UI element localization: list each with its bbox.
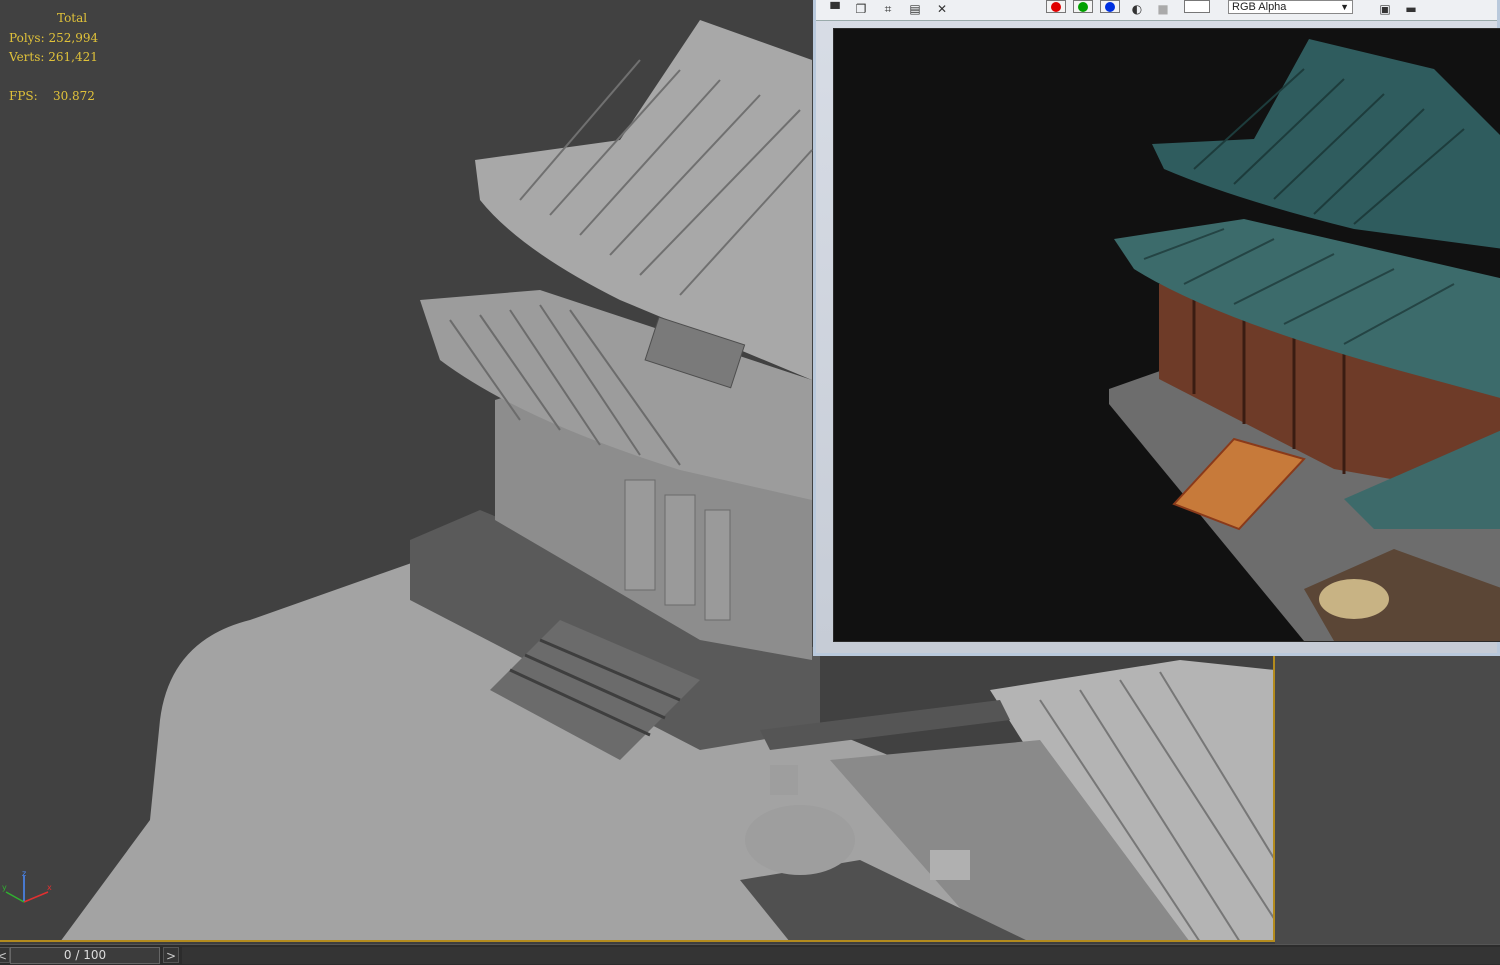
copy-icon[interactable]: ❐ [852, 2, 870, 16]
verts-value: 261,421 [48, 50, 98, 64]
blue-dot-icon [1105, 2, 1115, 12]
green-dot-icon [1078, 2, 1088, 12]
time-slider-bar: < 0 / 100 > [0, 944, 1500, 965]
render-rock [1319, 579, 1389, 619]
time-slider[interactable]: 0 / 100 [10, 947, 160, 964]
stats-total-label: Total [57, 11, 88, 25]
fps-label: FPS: [9, 89, 38, 103]
axis-z-label: z [22, 869, 26, 878]
polys-label: Polys: [9, 30, 45, 45]
fps-value: 30.872 [52, 89, 95, 103]
previous-frame-button[interactable]: < [0, 947, 10, 963]
frame-toolbar: ▀ ❐ ⌗ ▤ ✕ ◐ ■ RGB Alpha ▼ ▣ ▬ [816, 0, 1497, 21]
color-swatch[interactable] [1184, 0, 1210, 13]
next-frame-button[interactable]: > [163, 947, 179, 963]
save-icon[interactable]: ▀ [826, 2, 844, 16]
polys-value: 252,994 [48, 30, 99, 45]
verts-label: Verts: [9, 50, 45, 64]
red-channel-toggle[interactable] [1046, 0, 1066, 13]
display-toggle-icon[interactable]: ▬ [1402, 2, 1420, 16]
rendered-building-image [1109, 39, 1500, 641]
crate-prop [770, 765, 798, 795]
print-icon[interactable]: ▤ [906, 2, 924, 16]
clear-icon[interactable]: ✕ [933, 2, 951, 16]
clone-icon[interactable]: ⌗ [879, 2, 897, 16]
door [664, 494, 696, 606]
axis-y-label: y [2, 883, 7, 892]
channel-display-value: RGB Alpha [1232, 1, 1287, 13]
alpha-channel-icon[interactable]: ◐ [1128, 2, 1146, 16]
rock-prop [745, 805, 855, 875]
door [704, 509, 731, 621]
green-channel-toggle[interactable] [1073, 0, 1093, 13]
rendered-frame-window[interactable]: ▀ ❐ ⌗ ▤ ✕ ◐ ■ RGB Alpha ▼ ▣ ▬ [813, 0, 1500, 656]
blue-channel-toggle[interactable] [1100, 0, 1120, 13]
rendered-image [833, 28, 1500, 642]
axis-x-label: x [47, 883, 52, 892]
door [624, 479, 656, 591]
axis-tripod-icon: z x y [2, 869, 52, 903]
clone-window-icon[interactable]: ▣ [1376, 2, 1394, 16]
red-dot-icon [1051, 2, 1061, 12]
viewport-statistics: Total Polys: 252,994 Verts: 261,421 FPS:… [9, 9, 98, 107]
timeline-track[interactable] [182, 947, 1500, 964]
crate-prop [930, 850, 970, 880]
channel-display-select[interactable]: RGB Alpha ▼ [1228, 0, 1353, 14]
chevron-down-icon: ▼ [1340, 2, 1349, 12]
monochrome-icon[interactable]: ■ [1154, 2, 1172, 16]
